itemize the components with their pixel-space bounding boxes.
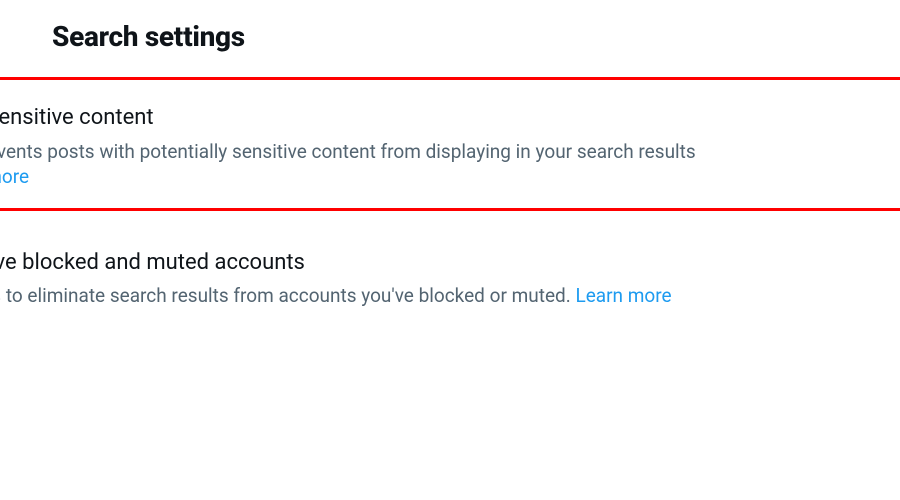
description-text: prevents posts with potentially sensitiv… xyxy=(0,140,696,163)
learn-more-link-sensitive[interactable]: n more xyxy=(0,165,29,188)
learn-more-link-blocked[interactable]: Learn more xyxy=(575,284,671,307)
setting-description-blocked: this to eliminate search results from ac… xyxy=(0,283,900,309)
setting-title-blocked: nove blocked and muted accounts xyxy=(0,249,900,278)
setting-sensitive-content[interactable]: e sensitive content prevents posts with … xyxy=(0,104,900,190)
highlighted-setting-box: e sensitive content prevents posts with … xyxy=(0,77,900,211)
setting-description-sensitive: prevents posts with potentially sensitiv… xyxy=(0,139,900,190)
description-text: this to eliminate search results from ac… xyxy=(0,284,575,307)
page-title: Search settings xyxy=(0,0,900,77)
setting-blocked-muted[interactable]: nove blocked and muted accounts this to … xyxy=(0,231,900,309)
setting-title-sensitive: e sensitive content xyxy=(0,104,900,133)
